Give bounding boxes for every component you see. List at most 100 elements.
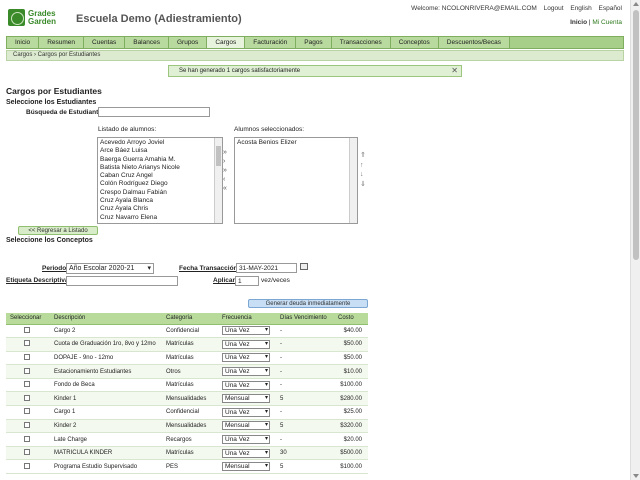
mi-cuenta-link[interactable]: Mi Cuenta <box>592 19 622 26</box>
listbox-scrollbar[interactable] <box>214 138 222 223</box>
close-icon[interactable]: ✕ <box>451 66 458 76</box>
list-item[interactable]: Cruz Ayala Blanca <box>100 197 220 205</box>
veces-label: vez/veces <box>261 277 290 284</box>
espanol-link[interactable]: Español <box>599 5 623 12</box>
fecha-label: Fecha Transacción <box>179 265 238 272</box>
list-item[interactable]: Cruz Ayala Chris <box>100 205 220 213</box>
double-right-icon[interactable]: » <box>223 167 231 174</box>
row-due-days: - <box>276 378 334 393</box>
success-notice: Se han generado 1 cargos satisfactoriame… <box>168 65 462 77</box>
list-item[interactable]: Cruz Navarro Elena <box>100 214 220 222</box>
tab-cargos[interactable]: Cargos <box>207 37 246 48</box>
row-due-days: - <box>276 432 334 447</box>
frequency-select[interactable]: Una Vez <box>222 326 270 336</box>
english-link[interactable]: English <box>570 5 591 12</box>
row-checkbox[interactable] <box>24 353 30 360</box>
scroll-thumb[interactable] <box>633 10 639 260</box>
move-down-icon[interactable]: ↓ <box>360 171 368 179</box>
move-top-icon[interactable]: ⇑ <box>360 152 368 160</box>
frequency-select[interactable]: Una Vez <box>222 435 270 445</box>
frequency-select[interactable]: Una Vez <box>222 407 270 417</box>
row-description: MATRICULA KINDER <box>50 446 162 461</box>
tab-resumen[interactable]: Resumen <box>39 37 85 48</box>
frequency-select[interactable]: Mensual <box>222 462 270 472</box>
frequency-select[interactable]: Mensual <box>222 421 270 431</box>
add-selected-icon[interactable]: › <box>223 158 231 165</box>
tab-conceptos[interactable]: Conceptos <box>390 37 439 48</box>
list-item[interactable]: Acosta Benios Elizer <box>237 139 355 147</box>
remove-selected-icon[interactable]: ‹ <box>223 176 231 183</box>
frequency-select[interactable]: Mensual <box>222 394 270 404</box>
row-checkbox[interactable] <box>24 394 30 401</box>
row-category: Otros <box>162 364 218 379</box>
tab-facturacion[interactable]: Facturación <box>245 37 297 48</box>
list-item[interactable]: Arce Báez Luisa <box>100 147 220 155</box>
frequency-select[interactable]: Una Vez <box>222 367 270 377</box>
account-links: Inicio | Mi Cuenta <box>570 19 622 26</box>
frequency-select[interactable]: Una Vez <box>222 448 270 458</box>
fecha-input[interactable]: 31-MAY-2021 <box>236 263 297 273</box>
move-bottom-icon[interactable]: ⇓ <box>360 181 368 189</box>
row-checkbox[interactable] <box>24 435 30 442</box>
periodo-select[interactable]: Año Escolar 2020-21 <box>66 263 154 274</box>
row-checkbox[interactable] <box>24 421 30 428</box>
frequency-select[interactable]: Una Vez <box>222 339 270 349</box>
remove-all-icon[interactable]: « <box>223 185 231 192</box>
scroll-up-icon[interactable] <box>633 2 639 6</box>
selected-label: Alumnos seleccionados: <box>234 126 305 133</box>
tab-balances[interactable]: Balances <box>125 37 169 48</box>
search-input[interactable] <box>98 107 210 117</box>
generate-debt-button[interactable]: Generar deuda inmediatamente <box>248 299 368 308</box>
list-item[interactable]: Acevedo Arroyo Joviel <box>100 139 220 147</box>
header-descripcion: Descripción <box>50 313 162 325</box>
main-nav: Inicio Resumen Cuentas Balances Grupos C… <box>6 36 624 49</box>
row-cost: $20.00 <box>334 432 368 447</box>
frequency-select[interactable]: Una Vez <box>222 353 270 363</box>
list-item[interactable]: Colón Rodríguez Diego <box>100 180 220 188</box>
tab-grupos[interactable]: Grupos <box>168 37 208 48</box>
calendar-icon[interactable] <box>300 263 308 270</box>
row-due-days: - <box>276 351 334 366</box>
row-checkbox[interactable] <box>24 326 30 333</box>
list-item[interactable]: Caban Cruz Angel <box>100 172 220 180</box>
header-costo: Costo <box>334 313 368 325</box>
tab-descuentos-becas[interactable]: Descuentos/Becas <box>438 37 510 48</box>
list-item[interactable]: Batista Nieto Arianys Nicole <box>100 164 220 172</box>
row-select-cell <box>6 459 50 475</box>
listbox-scrollbar[interactable] <box>349 138 357 223</box>
periodo-label: Periodo <box>42 265 67 272</box>
order-buttons: ⇑ ↑ ↓ ⇓ <box>360 152 370 190</box>
page-scrollbar[interactable] <box>630 0 640 480</box>
tab-cuentas[interactable]: Cuentas <box>84 37 126 48</box>
tab-transacciones[interactable]: Transacciones <box>331 37 391 48</box>
add-all-icon[interactable]: » <box>223 149 231 156</box>
selected-students-listbox[interactable]: Acosta Benios Elizer <box>234 137 358 224</box>
aplicar-label: Aplicar <box>213 277 236 284</box>
school-name: Escuela Demo (Adiestramiento) <box>76 13 242 25</box>
row-category: Matrículas <box>162 446 218 461</box>
scroll-down-icon[interactable] <box>633 474 639 478</box>
table-row: Fondo de BecaMatrículas Una Vez-$100.00 <box>6 378 368 393</box>
row-due-days: - <box>276 405 334 420</box>
grades-garden-logo[interactable]: Grades Garden <box>8 8 66 28</box>
etiqueta-input[interactable] <box>66 276 178 286</box>
list-item[interactable]: Baerga Guerra Amahia M. <box>100 156 220 164</box>
tab-pagos[interactable]: Pagos <box>296 37 332 48</box>
row-category: PES <box>162 459 218 475</box>
row-checkbox[interactable] <box>24 367 30 374</box>
aplicar-input[interactable]: 1 <box>235 276 259 286</box>
back-to-list-button[interactable]: << Regresar a Listado <box>18 226 98 235</box>
row-checkbox[interactable] <box>24 340 30 347</box>
students-listbox[interactable]: Acevedo Arroyo Joviel Arce Báez Luisa Ba… <box>97 137 223 224</box>
move-up-icon[interactable]: ↑ <box>360 162 368 170</box>
row-checkbox[interactable] <box>24 408 30 415</box>
tab-inicio[interactable]: Inicio <box>7 37 40 48</box>
row-frequency-cell: Mensual <box>218 459 276 475</box>
list-item[interactable]: Crespo Dalmau Fabián <box>100 189 220 197</box>
inicio-link[interactable]: Inicio <box>570 19 587 26</box>
row-checkbox[interactable] <box>24 381 30 388</box>
logout-link[interactable]: Logout <box>544 5 564 12</box>
row-checkbox[interactable] <box>24 462 30 469</box>
row-checkbox[interactable] <box>24 449 30 456</box>
frequency-select[interactable]: Una Vez <box>222 380 270 390</box>
